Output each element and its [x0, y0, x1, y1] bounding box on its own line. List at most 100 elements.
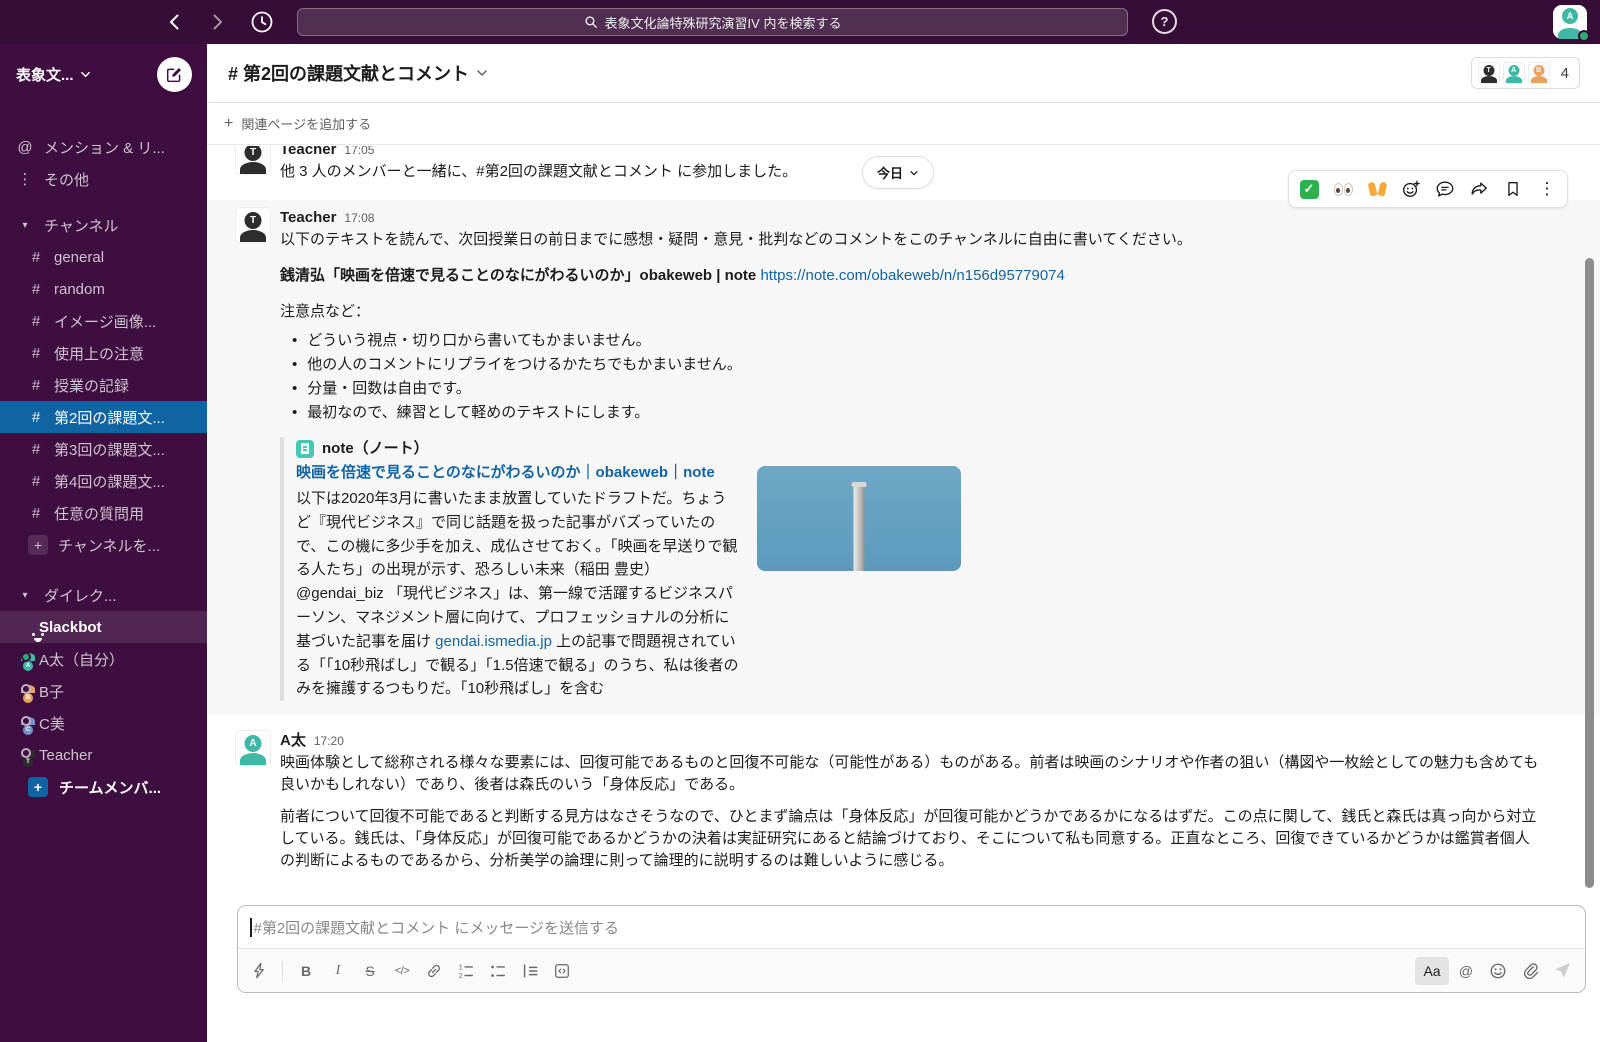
sidebar-item-dm-bko[interactable]: B B子 — [0, 675, 207, 707]
plus-icon: + — [28, 535, 48, 555]
sidebar-item-class-records[interactable]: #授業の記録 — [0, 369, 207, 401]
composer: #第2回の課題文献とコメント にメッセージを送信する B I S </> 12 … — [237, 905, 1586, 993]
new-message-button[interactable] — [157, 57, 192, 92]
message-input-placeholder: #第2回の課題文献とコメント にメッセージを送信する — [254, 917, 620, 938]
formatting-toolbar: B I S </> 12 Aa @ — [238, 948, 1585, 992]
emoji-button[interactable] — [1483, 957, 1513, 985]
help-button[interactable]: ? — [1152, 9, 1177, 34]
message-list: T Teacher 17:05 他 3 人のメンバーと一緒に、#第2回の課題文献… — [207, 146, 1600, 905]
message-assignment[interactable]: T Teacher 17:08 以下のテキストを読んで、次回授業日の前日までに感… — [207, 200, 1600, 715]
hash-icon: # — [28, 409, 44, 426]
workspace-switcher[interactable]: 表象文... — [16, 64, 91, 85]
presence-online-dot — [21, 652, 31, 662]
bold-button[interactable]: B — [291, 957, 321, 985]
hash-icon: # — [28, 441, 44, 458]
bullet-list-icon — [489, 962, 507, 980]
sidebar: 表象文... @ メンション & リ... ⋮ その他 ▾ チャンネル #gen… — [0, 44, 207, 1042]
dm-label: C美 — [39, 713, 65, 734]
sidebar-item-slackbot[interactable]: Slackbot — [0, 611, 207, 643]
message-author[interactable]: A太 — [280, 730, 306, 751]
code-button[interactable]: </> — [387, 957, 417, 985]
avatar[interactable]: T — [235, 146, 271, 175]
reference-url-link[interactable]: https://note.com/obakeweb/n/n156d9577907… — [760, 267, 1064, 284]
channel-label: 第4回の課題文... — [54, 471, 165, 492]
plus-icon: + — [224, 116, 233, 132]
save-for-later-button[interactable] — [1496, 173, 1530, 205]
bullet-list-button[interactable] — [483, 957, 513, 985]
sidebar-item-dm-ata[interactable]: A A太（自分） — [0, 643, 207, 675]
channel-title[interactable]: # 第2回の課題文献とコメント — [228, 60, 488, 86]
sidebar-item-session2-active[interactable]: #第2回の課題文... — [0, 401, 207, 433]
share-message-button[interactable] — [1462, 173, 1496, 205]
sidebar-item-usage-notes[interactable]: #使用上の注意 — [0, 337, 207, 369]
date-divider-pill[interactable]: 今日 — [862, 156, 934, 189]
sidebar-item-session3[interactable]: #第3回の課題文... — [0, 433, 207, 465]
reply-in-thread-button[interactable] — [1428, 173, 1462, 205]
gendai-link[interactable]: gendai.ismedia.jp — [435, 633, 552, 650]
avatar[interactable]: A — [235, 730, 271, 766]
search-input[interactable]: 表象文化論特殊研究演習IV 内を検索する — [297, 8, 1128, 36]
sidebar-item-session4[interactable]: #第4回の課題文... — [0, 465, 207, 497]
history-menu-button[interactable] — [249, 9, 275, 35]
caret-down-icon: ▾ — [16, 590, 34, 601]
sidebar-item-general[interactable]: #general — [0, 241, 207, 273]
history-forward-button[interactable] — [207, 12, 227, 32]
hash-icon: # — [28, 249, 44, 266]
member-count-button[interactable]: T A B 4 — [1471, 57, 1580, 89]
add-related-page-button[interactable]: + 関連ページを追加する — [224, 114, 371, 133]
ordered-list-button[interactable]: 12 — [451, 957, 481, 985]
share-arrow-icon — [1469, 179, 1489, 199]
italic-button[interactable]: I — [323, 957, 353, 985]
send-button[interactable] — [1547, 957, 1577, 985]
hide-formatting-button[interactable]: Aa — [1415, 957, 1449, 985]
hash-icon: # — [28, 313, 44, 330]
link-button[interactable] — [419, 957, 449, 985]
preview-description: 以下は2020年3月に書いたまま放置していたドラフトだ。ちょうど『現代ビジネス』… — [296, 487, 741, 701]
sidebar-item-questions[interactable]: #任意の質問用 — [0, 497, 207, 529]
sidebar-item-mentions[interactable]: @ メンション & リ... — [0, 131, 207, 163]
preview-title-link[interactable]: 映画を倍速で見ることのなにがわるいのか｜obakeweb｜note — [296, 461, 741, 485]
react-eyes-button[interactable] — [1326, 173, 1360, 205]
invite-teammates-button[interactable]: + チームメンバ... — [0, 771, 207, 803]
strikethrough-button[interactable]: S — [355, 957, 385, 985]
attach-file-button[interactable] — [1515, 957, 1545, 985]
message-timestamp[interactable]: 17:05 — [344, 146, 374, 161]
site-name: note（ノート） — [322, 437, 429, 461]
note-site-icon — [296, 440, 314, 458]
sidebar-item-image[interactable]: #イメージ画像... — [0, 305, 207, 337]
react-white-check-mark-button[interactable]: ✓ — [1292, 173, 1326, 205]
add-reaction-button[interactable] — [1394, 173, 1428, 205]
history-back-button[interactable] — [165, 12, 185, 32]
dm-section-header[interactable]: ▾ ダイレク... — [0, 579, 207, 611]
link-icon — [425, 962, 443, 980]
code-block-button[interactable] — [547, 957, 577, 985]
add-channel-button[interactable]: + チャンネルを... — [0, 529, 207, 561]
blockquote-button[interactable] — [515, 957, 545, 985]
vertical-scrollbar[interactable] — [1585, 258, 1594, 888]
channel-title-text: # 第2回の課題文献とコメント — [228, 60, 469, 86]
message-timestamp[interactable]: 17:08 — [344, 208, 374, 229]
more-actions-button[interactable]: ⋮ — [1530, 173, 1564, 205]
avatar[interactable]: T — [235, 207, 271, 243]
preview-image-chimney[interactable] — [757, 466, 961, 571]
eyes-emoji-icon — [1334, 183, 1353, 196]
sidebar-item-dm-teacher[interactable]: T Teacher — [0, 739, 207, 771]
message-comment[interactable]: A A太 17:20 映画体験として総称される様々な要素には、回復可能であるもの… — [207, 723, 1600, 880]
mention-button[interactable]: @ — [1451, 957, 1481, 985]
sidebar-item-random[interactable]: #random — [0, 273, 207, 305]
message-author[interactable]: Teacher — [280, 207, 336, 228]
message-input[interactable]: #第2回の課題文献とコメント にメッセージを送信する — [238, 906, 1585, 948]
message-timestamp[interactable]: 17:20 — [314, 731, 344, 752]
user-avatar[interactable]: A — [1553, 5, 1587, 39]
channel-label: random — [54, 281, 105, 298]
search-icon — [584, 15, 598, 29]
message-author[interactable]: Teacher — [280, 146, 336, 160]
react-raised-hands-button[interactable] — [1360, 173, 1394, 205]
dm-section-label: ダイレク... — [44, 585, 117, 606]
presence-offline-dot — [21, 684, 31, 694]
assignment-reference: 銭清弘「映画を倍速で見ることのなにがわるいのか」obakeweb | note … — [280, 265, 1544, 287]
channels-section-header[interactable]: ▾ チャンネル — [0, 209, 207, 241]
shortcuts-button[interactable] — [244, 957, 274, 985]
sidebar-item-dm-cmi[interactable]: C C美 — [0, 707, 207, 739]
sidebar-item-more[interactable]: ⋮ その他 — [0, 163, 207, 195]
